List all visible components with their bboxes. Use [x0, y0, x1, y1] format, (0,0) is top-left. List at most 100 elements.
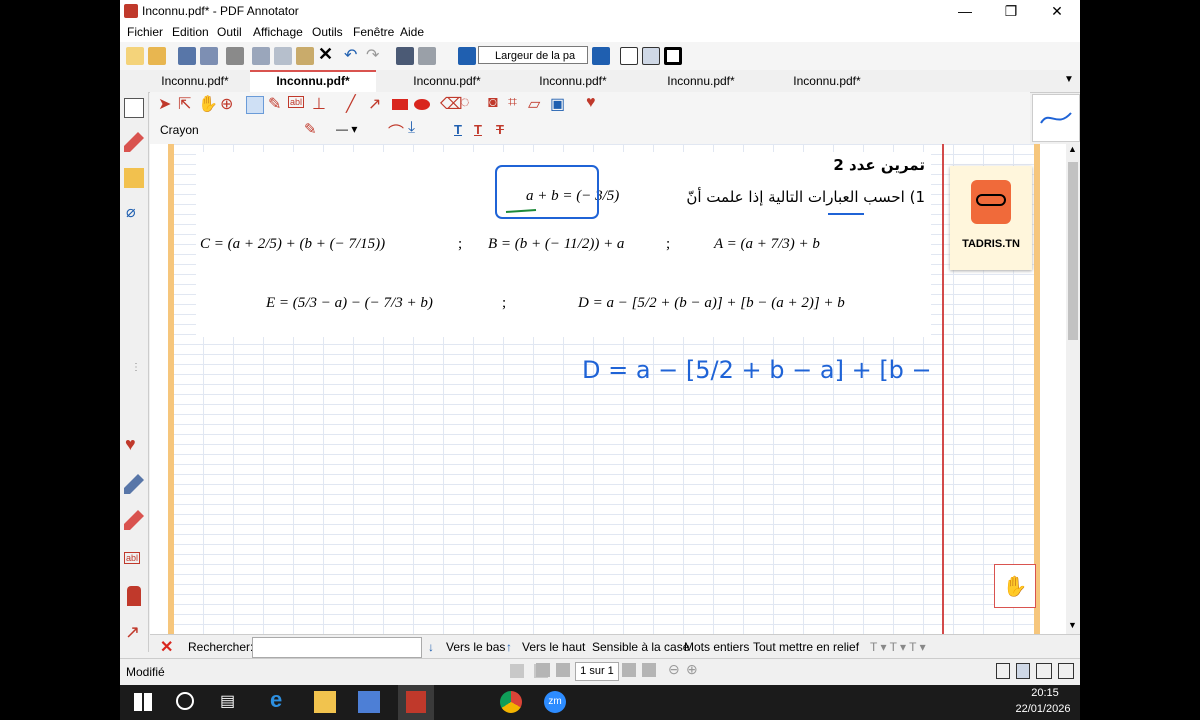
text-squiggle-icon[interactable]: T [474, 122, 482, 137]
menu-affichage[interactable]: Affichage [253, 25, 303, 39]
vertical-scrollbar[interactable]: ▲ ▼ [1066, 144, 1080, 634]
undo-icon[interactable]: ↶ [344, 45, 357, 65]
pdf-annotator-taskbar-icon[interactable] [398, 685, 434, 720]
pdf-page[interactable]: تمرين عدد 2 1) احسب العبارات التالية إذا… [168, 144, 1040, 634]
view-facing-continuous-icon[interactable] [1058, 663, 1074, 679]
select-icon[interactable]: ➤ [158, 94, 171, 114]
document-view[interactable]: تمرين عدد 2 1) احسب العبارات التالية إذا… [150, 144, 1080, 634]
last-page-button[interactable] [642, 663, 656, 677]
menu-outil[interactable]: Outil [217, 25, 242, 39]
clock-time[interactable]: 20:15 [1020, 687, 1070, 699]
forward-icon[interactable]: ⊕ [686, 661, 698, 678]
menu-outils[interactable]: Outils [312, 25, 343, 39]
tab-3[interactable]: Inconnu.pdf* [384, 70, 510, 92]
tab-5[interactable]: Inconnu.pdf* [638, 70, 764, 92]
copy-icon[interactable] [274, 47, 292, 65]
next-page-button[interactable] [622, 663, 636, 677]
store-icon[interactable] [358, 691, 380, 713]
text-underline-icon[interactable]: T [454, 122, 462, 137]
status-undo-icon[interactable] [510, 664, 524, 678]
highlight-style-icon[interactable]: T ▾ T ▾ T ▾ [870, 640, 926, 654]
match-case-option[interactable]: Sensible à la case [592, 640, 689, 654]
tab-2[interactable]: Inconnu.pdf* [250, 70, 376, 92]
hand-icon[interactable]: ✋ [198, 94, 218, 114]
line-width-icon[interactable]: — ▾ [336, 122, 357, 136]
restore-button[interactable]: ❐ [988, 0, 1034, 22]
prev-page-button[interactable] [556, 663, 570, 677]
arrow-icon[interactable]: ↗ [368, 94, 381, 114]
arrow-tool-icon[interactable]: ↗ [125, 622, 140, 643]
highlight-all-option[interactable]: Tout mettre en relief [753, 640, 859, 654]
tab-6[interactable]: Inconnu.pdf* [764, 70, 890, 92]
zoom-select[interactable]: Largeur de la pa [478, 46, 588, 64]
menu-edition[interactable]: Edition [172, 25, 209, 39]
open-icon[interactable] [148, 47, 166, 65]
tab-1[interactable]: Inconnu.pdf* [132, 70, 258, 92]
view-continuous-icon[interactable] [1016, 663, 1030, 679]
textbox-icon[interactable]: abl [124, 552, 141, 564]
tabs-dropdown-icon[interactable]: ▼ [1064, 74, 1074, 85]
magnifier-icon[interactable]: ⊕ [220, 94, 233, 114]
stamp-tool-icon[interactable]: ⊥ [312, 94, 326, 114]
menu-fenetre[interactable]: Fenêtre [353, 25, 394, 39]
save-icon[interactable] [178, 47, 196, 65]
delete-icon[interactable]: ✕ [318, 44, 333, 65]
file-explorer-icon[interactable] [314, 691, 336, 713]
edge-icon[interactable]: e [270, 687, 282, 713]
zoom-out-icon[interactable] [458, 47, 476, 65]
scroll-down-icon[interactable]: ▼ [1068, 620, 1077, 630]
note-icon[interactable] [124, 168, 144, 188]
pen-tool-icon[interactable] [246, 96, 264, 114]
search-up-button[interactable]: Vers le haut [522, 640, 585, 654]
smooth-line-icon[interactable]: ⌒ [388, 119, 404, 143]
view-single-icon[interactable] [996, 663, 1010, 679]
save-all-icon[interactable] [200, 47, 218, 65]
scroll-thumb[interactable] [1068, 162, 1078, 340]
select-text-icon[interactable]: ⇱ [178, 94, 191, 114]
tab-4[interactable]: Inconnu.pdf* [510, 70, 636, 92]
task-view-icon[interactable]: ▤ [220, 691, 235, 711]
full-screen-icon[interactable] [664, 47, 682, 65]
favorites-heart-icon[interactable]: ♥ [586, 94, 596, 112]
page-indicator[interactable]: 1 sur 1 [575, 662, 619, 681]
resize-grip-icon[interactable]: ⋮ [131, 362, 141, 373]
pencil-icon[interactable] [124, 474, 144, 494]
heart-icon[interactable]: ♥ [125, 434, 136, 455]
line-icon[interactable]: ╱ [346, 94, 356, 114]
search-down-button[interactable]: Vers le bas [446, 640, 505, 654]
ruler-icon[interactable]: ▱ [528, 94, 540, 114]
find-icon[interactable] [396, 47, 414, 65]
first-page-button[interactable] [536, 663, 550, 677]
close-search-icon[interactable]: ✕ [160, 637, 173, 657]
paste-icon[interactable] [296, 47, 314, 65]
arrow-up-icon[interactable]: ↑ [506, 640, 512, 654]
new-icon[interactable] [126, 47, 144, 65]
back-icon[interactable]: ⊖ [668, 661, 680, 678]
view-facing-icon[interactable] [1036, 663, 1052, 679]
image-icon[interactable]: ▣ [550, 94, 565, 114]
stamp-icon[interactable] [127, 586, 141, 606]
single-page-icon[interactable] [620, 47, 638, 65]
ellipse-icon[interactable] [414, 99, 430, 110]
text-strikethrough-icon[interactable]: T [496, 122, 504, 137]
clock-date[interactable]: 22/01/2026 [1008, 703, 1078, 715]
minimize-button[interactable]: — [942, 0, 988, 22]
whole-words-option[interactable]: Mots entiers [684, 640, 749, 654]
paperclip-icon[interactable]: ⌀ [126, 202, 136, 222]
camera-icon[interactable]: ◙ [488, 94, 498, 112]
pressure-icon[interactable]: ⤓ [408, 119, 415, 137]
text-tool-icon[interactable]: abl [288, 96, 305, 108]
menu-fichier[interactable]: Fichier [127, 25, 163, 39]
cut-icon[interactable] [252, 47, 270, 65]
highlighter-icon[interactable]: ✎ [268, 94, 281, 114]
pen-red-icon[interactable] [124, 132, 144, 152]
print-icon[interactable] [226, 47, 244, 65]
hand-tool-button[interactable]: ✋ [994, 564, 1036, 608]
search-input[interactable] [252, 637, 422, 658]
scroll-up-icon[interactable]: ▲ [1068, 144, 1077, 154]
zoom-in-icon[interactable] [592, 47, 610, 65]
chrome-icon[interactable] [500, 691, 522, 713]
page-icon[interactable] [124, 98, 144, 118]
start-icon[interactable] [134, 693, 152, 711]
search-icon[interactable] [176, 692, 194, 710]
